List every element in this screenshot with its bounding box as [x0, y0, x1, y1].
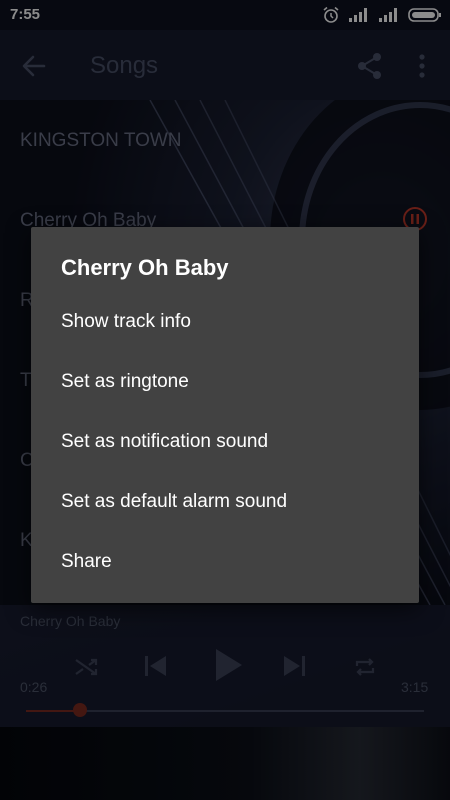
- menu-item-label: Set as notification sound: [61, 431, 269, 452]
- menu-item-set-notification[interactable]: Set as notification sound: [31, 414, 419, 474]
- menu-item-share[interactable]: Share: [31, 534, 419, 594]
- screen: KINGSTON TOWN Cherry Oh Baby R T C K Son…: [0, 0, 450, 800]
- dialog-title: Cherry Oh Baby: [61, 255, 229, 280]
- menu-item-label: Set as default alarm sound: [61, 491, 288, 512]
- menu-item-label: Share: [61, 551, 112, 572]
- menu-item-set-alarm[interactable]: Set as default alarm sound: [31, 474, 419, 534]
- menu-item-label: Set as ringtone: [61, 371, 189, 392]
- menu-item-label: Show track info: [61, 311, 191, 332]
- menu-item-show-track-info[interactable]: Show track info: [31, 294, 419, 354]
- menu-item-set-ringtone[interactable]: Set as ringtone: [31, 354, 419, 414]
- context-menu-dialog: Cherry Oh Baby Show track info Set as ri…: [31, 227, 419, 603]
